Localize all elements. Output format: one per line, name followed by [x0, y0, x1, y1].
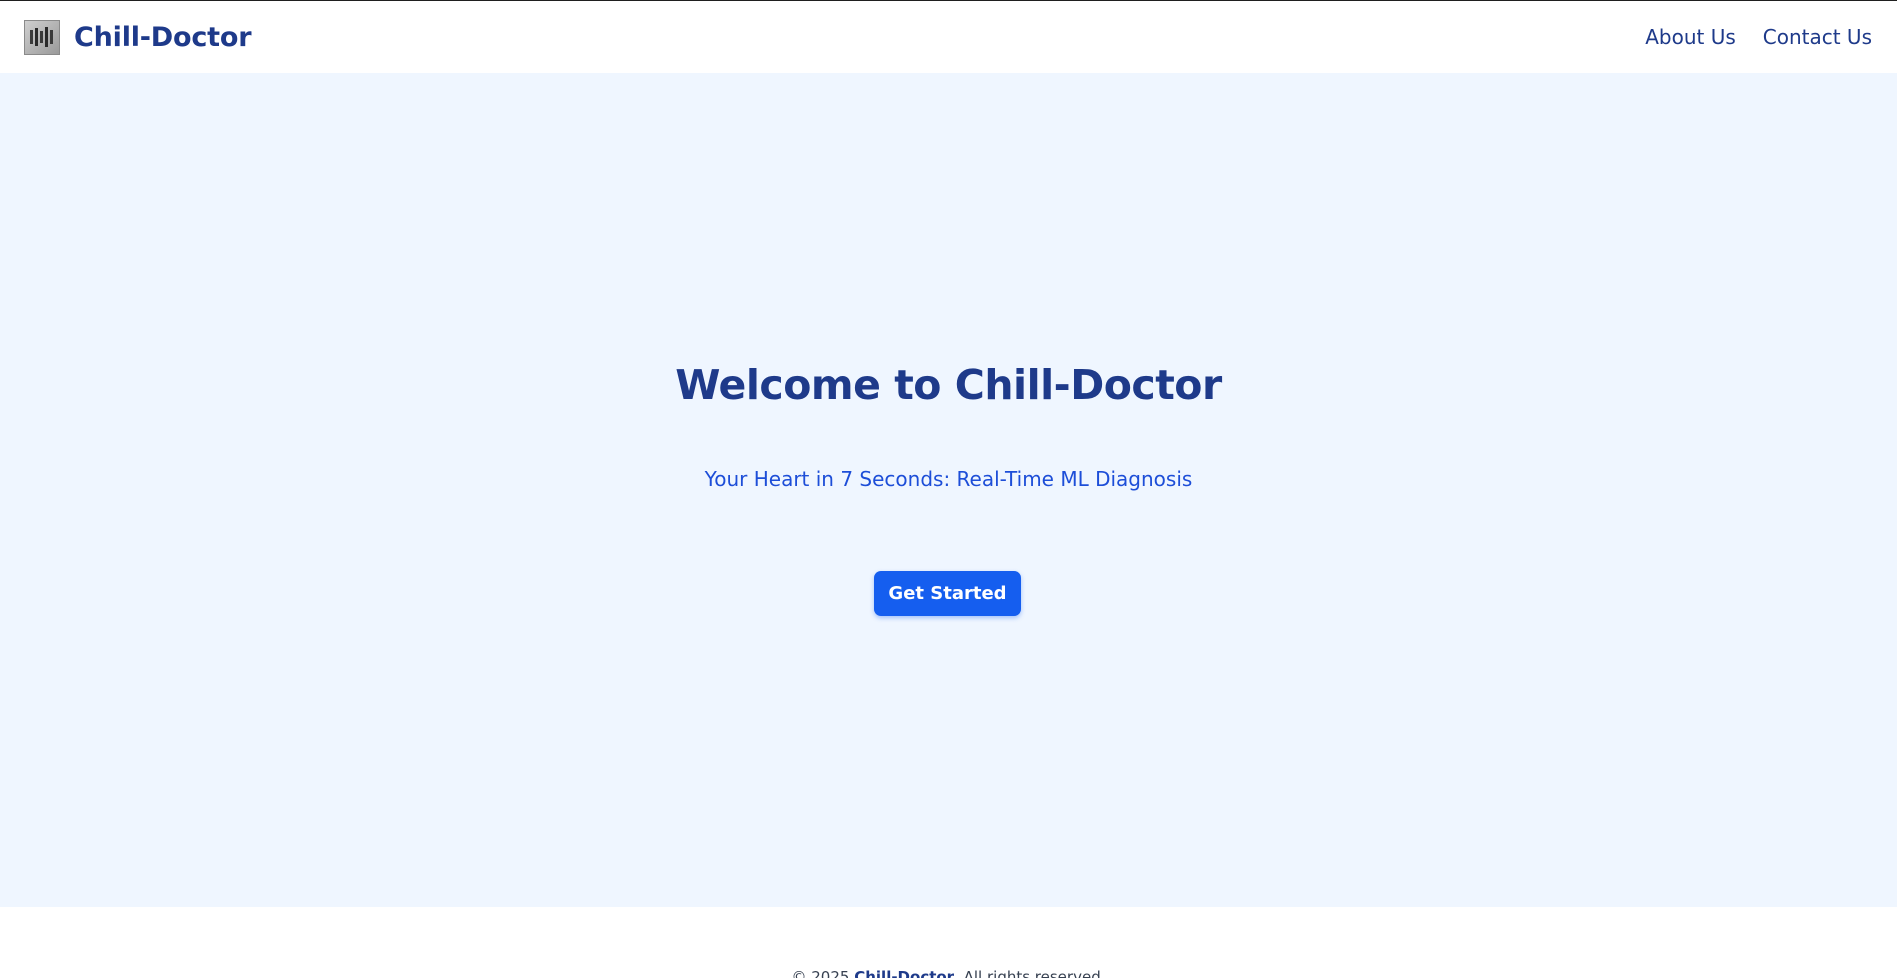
footer-brand-name: Chill-Doctor — [854, 968, 955, 978]
heart-monitor-logo-icon — [24, 19, 60, 55]
nav-link-contact-us[interactable]: Contact Us — [1763, 25, 1872, 49]
logo-graphic — [30, 27, 53, 47]
hero-title: Welcome to Chill-Doctor — [675, 361, 1222, 409]
get-started-button[interactable]: Get Started — [874, 571, 1021, 616]
brand-link[interactable]: Chill-Doctor — [24, 19, 252, 55]
brand-name: Chill-Doctor — [74, 21, 252, 53]
footer-copyright-prefix: © 2025 — [791, 968, 855, 978]
hero-section: Welcome to Chill-Doctor Your Heart in 7 … — [0, 73, 1897, 907]
footer: © 2025 Chill-Doctor. All rights reserved… — [0, 907, 1897, 978]
hero-subtitle: Your Heart in 7 Seconds: Real-Time ML Di… — [704, 467, 1193, 491]
nav-links: About Us Contact Us — [1618, 25, 1872, 49]
footer-copyright-suffix: . All rights reserved. — [954, 968, 1106, 978]
nav-link-about-us[interactable]: About Us — [1645, 25, 1736, 49]
footer-copyright: © 2025 Chill-Doctor. All rights reserved… — [0, 968, 1897, 978]
navbar: Chill-Doctor About Us Contact Us — [0, 1, 1897, 73]
